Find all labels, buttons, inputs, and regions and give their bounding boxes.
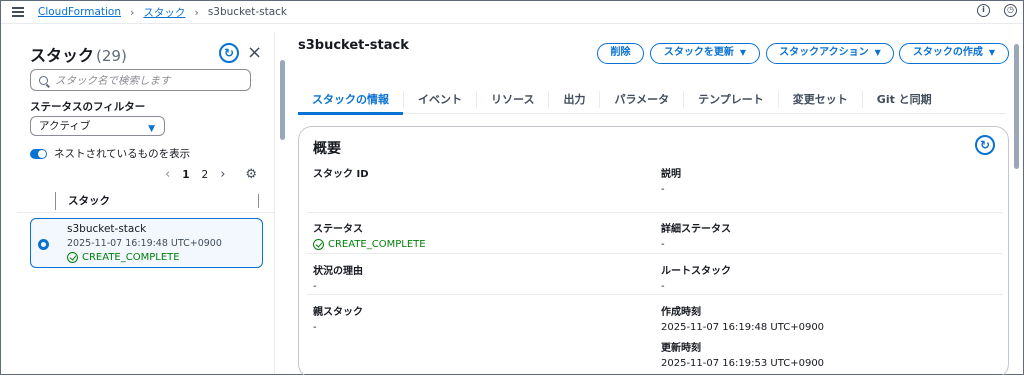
column-divider (258, 194, 259, 208)
overview-title: 概要 (313, 141, 341, 157)
status-filter-value: アクティブ (39, 120, 91, 132)
menu-icon[interactable] (12, 7, 24, 17)
search-placeholder: スタック名で検索します (55, 74, 171, 87)
search-icon (39, 75, 48, 85)
search-input[interactable]: スタック名で検索します (30, 69, 251, 91)
chevron-right-icon: › (194, 5, 199, 19)
list-item[interactable]: s3bucket-stack 2025-11-07 16:19:48 UTC+0… (30, 218, 263, 268)
check-circle-icon (313, 239, 324, 250)
top-bar: CloudFormation › スタック › s3bucket-stack i… (1, 1, 1023, 24)
divider (17, 212, 275, 213)
chevron-right-icon[interactable]: › (220, 167, 225, 182)
selected-radio[interactable] (38, 239, 49, 250)
caret-down-icon: ▼ (739, 48, 747, 57)
breadcrumb: CloudFormation › スタック › s3bucket-stack (38, 5, 287, 20)
nested-toggle-label: ネストされているものを表示 (54, 148, 191, 160)
refresh-icon[interactable]: ↻ (219, 43, 239, 63)
stack-name: s3bucket-stack (67, 223, 147, 235)
delete-button[interactable]: 削除 (597, 43, 644, 64)
caret-down-icon: ▼ (148, 124, 155, 134)
page-1[interactable]: 1 (182, 169, 189, 181)
tab-outputs[interactable]: 出力 (549, 91, 601, 108)
info-icon[interactable]: i (977, 4, 990, 17)
close-icon[interactable]: × (247, 42, 262, 63)
panel-title: スタック (29) (30, 46, 127, 65)
tab-stack-info[interactable]: スタックの情報 (298, 91, 404, 115)
tab-bar: スタックの情報 イベント リソース 出力 パラメータ テンプレート 変更セット … (298, 88, 1006, 115)
page-title: s3bucket-stack (298, 38, 409, 53)
check-circle-icon (67, 252, 78, 263)
tab-template[interactable]: テンプレート (684, 91, 779, 108)
pagination: ‹ 1 2 › ⚙ (165, 167, 257, 182)
status-filter-select[interactable]: アクティブ ▼ (30, 116, 165, 136)
chevron-right-icon: › (130, 5, 135, 19)
breadcrumb-stacks[interactable]: スタック (143, 5, 185, 20)
tab-events[interactable]: イベント (404, 91, 477, 108)
divider (307, 294, 1003, 295)
page-2[interactable]: 2 (202, 169, 209, 181)
chevron-left-icon[interactable]: ‹ (165, 167, 170, 182)
status-badge: CREATE_COMPLETE (67, 252, 180, 263)
tab-git-sync[interactable]: Git と同期 (863, 91, 946, 108)
column-header-stack[interactable]: スタック (55, 192, 265, 210)
breadcrumb-current: s3bucket-stack (207, 6, 288, 18)
stack-status: CREATE_COMPLETE (82, 252, 180, 263)
stack-actions-button[interactable]: スタックアクション ▼ (766, 43, 894, 64)
overview-panel: 概要 ↻ スタック ID 説明 - ステータス CREATE_COMPLETE … (298, 126, 1009, 375)
stacks-panel: スタック (29) ↻ × スタック名で検索します ステータスのフィルター アクテ… (17, 32, 275, 374)
parent-stack-field: 親スタック - (313, 307, 363, 333)
update-stack-button[interactable]: スタックを更新 ▼ (650, 43, 760, 64)
detailed-status-field: 詳細ステータス - (661, 224, 731, 250)
caret-down-icon: ▼ (988, 48, 996, 57)
created-time-field: 作成時刻 2025-11-07 16:19:48 UTC+0900 (661, 307, 825, 333)
stack-time: 2025-11-07 16:19:48 UTC+0900 (67, 238, 222, 249)
divider (307, 253, 1003, 254)
gear-icon[interactable]: ⚙ (245, 167, 257, 182)
tab-parameters[interactable]: パラメータ (600, 91, 685, 108)
status-filter-label: ステータスのフィルター (30, 101, 146, 113)
root-stack-field: ルートスタック - (661, 266, 731, 292)
updated-time-field: 更新時刻 2025-11-07 16:19:53 UTC+0900 (661, 343, 825, 369)
timer-icon[interactable]: ◷ (1004, 4, 1017, 17)
nested-toggle[interactable] (30, 148, 47, 159)
status-field: ステータス CREATE_COMPLETE (313, 224, 426, 250)
refresh-icon[interactable]: ↻ (975, 135, 995, 155)
stack-count: (29) (96, 47, 127, 65)
stack-id-field: スタック ID (313, 169, 369, 180)
description-field: 説明 - (661, 169, 681, 195)
status-reason-field: 状況の理由 - (313, 266, 363, 292)
tab-resources[interactable]: リソース (477, 91, 550, 108)
nested-toggle-row: ネストされているものを表示 (30, 146, 190, 161)
breadcrumb-cloudformation[interactable]: CloudFormation (38, 6, 121, 18)
caret-down-icon: ▼ (874, 48, 881, 57)
left-scrollbar[interactable] (280, 60, 285, 140)
tab-change-sets[interactable]: 変更セット (779, 91, 863, 108)
main-scrollbar[interactable] (1014, 44, 1019, 169)
create-stack-button[interactable]: スタックの作成 ▼ (899, 43, 1009, 64)
divider (307, 212, 1003, 213)
